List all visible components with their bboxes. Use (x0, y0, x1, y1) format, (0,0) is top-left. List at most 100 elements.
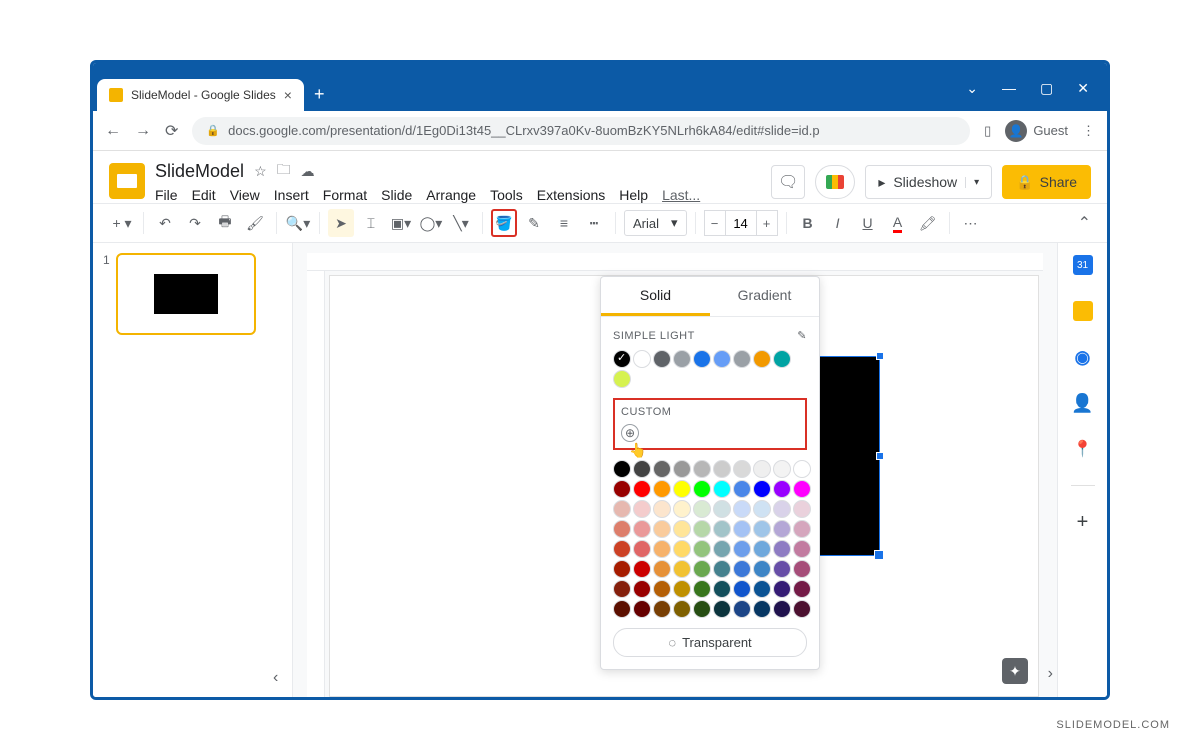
color-swatch[interactable] (793, 500, 811, 518)
color-swatch[interactable] (733, 500, 751, 518)
zoom-button[interactable]: 🔍▾ (285, 209, 311, 237)
color-swatch[interactable] (733, 520, 751, 538)
color-swatch[interactable] (793, 520, 811, 538)
last-edit[interactable]: Last... (662, 187, 700, 203)
color-swatch[interactable] (633, 480, 651, 498)
color-swatch[interactable] (653, 560, 671, 578)
color-swatch[interactable] (773, 500, 791, 518)
profile-chip[interactable]: 👤 Guest (1005, 120, 1068, 142)
color-swatch[interactable] (613, 480, 631, 498)
move-icon[interactable]: 🗀 (277, 159, 291, 183)
color-swatch[interactable] (773, 600, 791, 618)
explore-button[interactable]: ✦ (1002, 658, 1028, 684)
color-swatch[interactable] (773, 540, 791, 558)
shape-button[interactable]: ◯▾ (418, 209, 444, 237)
tab-gradient[interactable]: Gradient (710, 277, 819, 316)
color-swatch[interactable] (713, 600, 731, 618)
color-swatch[interactable] (693, 600, 711, 618)
color-swatch[interactable] (613, 460, 631, 478)
color-swatch[interactable] (633, 580, 651, 598)
url-field[interactable]: 🔒 docs.google.com/presentation/d/1Eg0Di1… (192, 117, 970, 145)
grid-view-icon[interactable]: ▦ (155, 695, 170, 700)
add-custom-color-button[interactable]: ⊕ (621, 424, 639, 442)
redo-button[interactable]: ↷ (182, 209, 208, 237)
color-swatch[interactable] (753, 520, 771, 538)
color-swatch[interactable] (753, 560, 771, 578)
theme-swatch[interactable] (673, 350, 691, 368)
color-swatch[interactable] (753, 540, 771, 558)
color-swatch[interactable] (613, 500, 631, 518)
browser-tab[interactable]: SlideModel - Google Slides × (97, 79, 304, 111)
color-swatch[interactable] (733, 460, 751, 478)
kebab-menu-icon[interactable]: ⋮ (1082, 123, 1095, 139)
menu-insert[interactable]: Insert (274, 187, 309, 203)
minimize-icon[interactable]: — (1002, 80, 1016, 97)
reload-icon[interactable]: ⟳ (165, 121, 178, 141)
color-swatch[interactable] (653, 480, 671, 498)
border-weight-button[interactable]: ≡ (551, 209, 577, 237)
menu-help[interactable]: Help (619, 187, 648, 203)
chevron-down-icon[interactable]: ⌄ (966, 80, 978, 97)
color-swatch[interactable] (673, 600, 691, 618)
color-swatch[interactable] (713, 500, 731, 518)
color-swatch[interactable] (713, 560, 731, 578)
theme-swatch[interactable] (713, 350, 731, 368)
keep-icon[interactable] (1073, 301, 1093, 321)
doc-title[interactable]: SlideModel (155, 161, 244, 182)
image-button[interactable]: ▣▾ (388, 209, 414, 237)
slide-canvas[interactable]: Solid Gradient SIMPLE LIGHT ✎ CU (329, 275, 1039, 697)
color-swatch[interactable] (653, 460, 671, 478)
color-swatch[interactable] (753, 460, 771, 478)
underline-button[interactable]: U (855, 209, 881, 237)
cloud-icon[interactable]: ☁ (301, 163, 315, 180)
color-swatch[interactable] (613, 580, 631, 598)
transparent-button[interactable]: ◌ Transparent (613, 628, 807, 657)
menu-edit[interactable]: Edit (192, 187, 216, 203)
color-swatch[interactable] (733, 480, 751, 498)
collapse-toolbar-icon[interactable]: ⌃ (1078, 213, 1091, 233)
meet-button[interactable] (815, 165, 855, 199)
color-swatch[interactable] (733, 580, 751, 598)
edit-theme-icon[interactable]: ✎ (797, 329, 807, 342)
menu-slide[interactable]: Slide (381, 187, 412, 203)
color-swatch[interactable] (713, 540, 731, 558)
color-swatch[interactable] (793, 480, 811, 498)
slideshow-button[interactable]: ▸ Slideshow ▾ (865, 165, 992, 199)
color-swatch[interactable] (793, 600, 811, 618)
menu-view[interactable]: View (230, 187, 260, 203)
color-swatch[interactable] (693, 500, 711, 518)
color-swatch[interactable] (673, 500, 691, 518)
new-slide-button[interactable]: + ▾ (109, 209, 135, 237)
color-swatch[interactable] (633, 560, 651, 578)
theme-swatch[interactable] (773, 350, 791, 368)
border-color-button[interactable]: ✎ (521, 209, 547, 237)
color-swatch[interactable] (673, 540, 691, 558)
theme-swatch[interactable] (633, 350, 651, 368)
color-swatch[interactable] (793, 580, 811, 598)
line-button[interactable]: ╲▾ (448, 209, 474, 237)
color-swatch[interactable] (633, 500, 651, 518)
expand-panel-icon[interactable]: › (1048, 665, 1053, 683)
textbox-button[interactable]: ⌶ (358, 209, 384, 237)
font-size-increase[interactable]: + (756, 210, 778, 236)
color-swatch[interactable] (713, 580, 731, 598)
menu-extensions[interactable]: Extensions (537, 187, 605, 203)
color-swatch[interactable] (753, 480, 771, 498)
back-icon[interactable]: ← (105, 122, 121, 140)
color-swatch[interactable] (653, 540, 671, 558)
font-size-decrease[interactable]: − (704, 210, 726, 236)
contacts-icon[interactable]: 👤 (1073, 393, 1093, 413)
print-button[interactable]: 🖶 (212, 209, 238, 237)
color-swatch[interactable] (713, 460, 731, 478)
font-size-value[interactable]: 14 (726, 210, 756, 236)
color-swatch[interactable] (673, 560, 691, 578)
color-swatch[interactable] (793, 540, 811, 558)
color-swatch[interactable] (713, 480, 731, 498)
color-swatch[interactable] (693, 560, 711, 578)
color-swatch[interactable] (673, 480, 691, 498)
color-swatch[interactable] (613, 520, 631, 538)
collapse-panel-icon[interactable]: ‹ (273, 669, 278, 687)
theme-swatch[interactable] (753, 350, 771, 368)
theme-swatch[interactable] (653, 350, 671, 368)
tab-solid[interactable]: Solid (601, 277, 710, 316)
